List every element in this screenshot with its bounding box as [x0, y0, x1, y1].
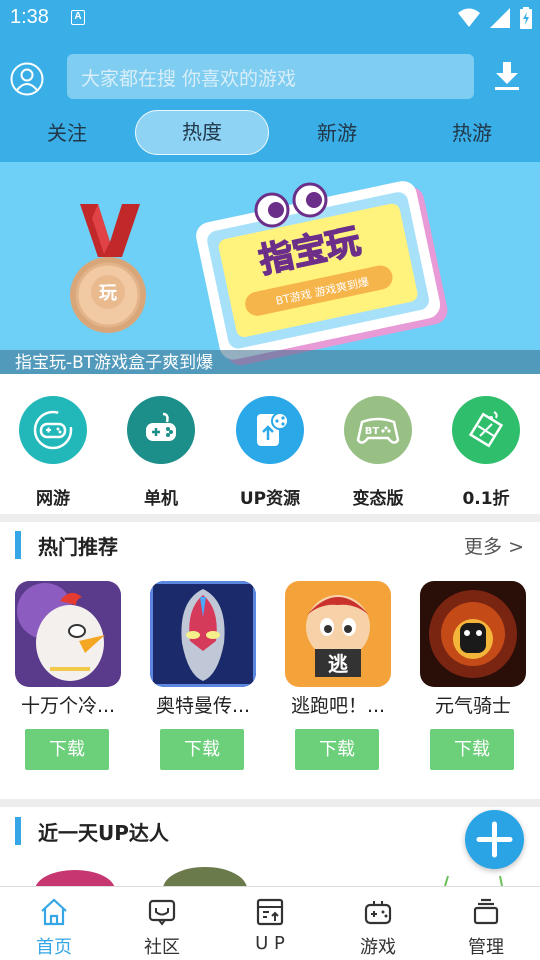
game-card[interactable]: 奥特曼传... — [150, 581, 256, 718]
download-button[interactable]: 下载 — [160, 729, 244, 770]
gamepad-icon — [19, 396, 87, 464]
up-avatar[interactable] — [30, 870, 120, 886]
section-divider — [0, 514, 540, 522]
svg-text:BT: BT — [365, 426, 380, 437]
section-accent-bar — [15, 531, 21, 559]
search-box[interactable]: 大家都在搜 你喜欢的游戏 — [67, 54, 474, 99]
promo-banner[interactable]: 玩 指宝玩 BT游戏 游戏爽到爆 指宝玩-BT游戏盒子爽到爆 — [0, 162, 540, 374]
top-header: 大家都在搜 你喜欢的游戏 关注 热度 新游 热游 — [0, 36, 540, 162]
community-icon — [148, 899, 176, 926]
category-label: UP资源 — [239, 489, 301, 509]
game-card[interactable]: 元气骑士 — [420, 581, 526, 718]
category-label: 变态版 — [352, 489, 404, 509]
game-name: 奥特曼传... — [155, 695, 251, 717]
status-bar: 1:38 A — [0, 0, 540, 36]
section-divider — [0, 799, 540, 807]
hot-section-title: 热门推荐 — [38, 535, 118, 559]
battery-icon — [520, 7, 532, 29]
nav-up[interactable]: U P — [230, 897, 310, 954]
up-avatar[interactable] — [160, 867, 250, 886]
more-link[interactable]: 更多 > — [464, 532, 524, 559]
category-modded[interactable]: BT 变态版 — [333, 396, 423, 509]
upload-share-icon — [236, 396, 304, 464]
section-accent-bar — [15, 817, 21, 845]
bt-controller-icon: BT — [344, 396, 412, 464]
banner-art: 玩 指宝玩 BT游戏 游戏爽到爆 — [70, 181, 448, 366]
category-discount[interactable]: 0.1折 — [441, 396, 531, 509]
tab-follow[interactable]: 关注 — [0, 110, 134, 156]
tab-new-games[interactable]: 新游 — [270, 110, 404, 156]
up-avatar[interactable] — [440, 876, 510, 886]
download-button[interactable]: 下载 — [295, 729, 379, 770]
game-name: 逃跑吧！... — [290, 695, 386, 717]
up-section-title: 近一天UP达人 — [38, 821, 169, 845]
nav-community[interactable]: 社区 — [122, 897, 202, 959]
status-icons — [458, 6, 532, 30]
game-thumbnail[interactable] — [15, 581, 121, 687]
game-thumbnail[interactable]: 逃 — [285, 581, 391, 687]
game-name: 元气骑士 — [434, 695, 511, 717]
game-name: 十万个冷... — [20, 695, 116, 717]
category-online-games[interactable]: 网游 — [8, 396, 98, 509]
banner-caption: 指宝玩-BT游戏盒子爽到爆 — [15, 353, 214, 373]
nav-label: 首页 — [36, 937, 72, 958]
nav-label: U P — [255, 933, 285, 954]
notification-a-icon: A — [71, 10, 85, 25]
download-button[interactable]: 下载 — [25, 729, 109, 770]
nav-manage[interactable]: 管理 — [446, 897, 526, 959]
nav-games[interactable]: 游戏 — [338, 897, 418, 959]
game-card[interactable]: 十万个冷... — [15, 581, 121, 718]
nav-home[interactable]: 首页 — [14, 897, 94, 959]
home-icon — [41, 898, 67, 926]
user-avatar-icon[interactable] — [10, 62, 44, 96]
game-thumbnail[interactable] — [150, 581, 256, 687]
download-icon[interactable] — [492, 60, 522, 92]
bottom-nav: 首页 社区 U P 游戏 管理 — [0, 886, 540, 960]
category-shortcuts: 网游 单机 UP资源 BT 变态版 0.1折 — [0, 374, 540, 514]
game-controller-icon — [364, 901, 392, 925]
plus-icon — [476, 821, 513, 858]
discount-tag-icon — [452, 396, 520, 464]
thumb-sign-text: 逃 — [328, 652, 349, 676]
medal-text: 玩 — [99, 283, 117, 304]
tab-bar: 关注 热度 新游 热游 — [0, 110, 540, 156]
nav-label: 游戏 — [360, 937, 396, 958]
category-label: 网游 — [36, 489, 70, 509]
game-card[interactable]: 逃 逃跑吧！... — [285, 581, 391, 718]
search-input[interactable]: 大家都在搜 你喜欢的游戏 — [81, 64, 296, 91]
add-fab-button[interactable] — [465, 810, 524, 869]
category-up-resources[interactable]: UP资源 — [225, 396, 315, 509]
category-single-player[interactable]: 单机 — [116, 396, 206, 509]
game-thumbnail[interactable] — [420, 581, 526, 687]
tab-trending-games[interactable]: 热游 — [405, 110, 539, 156]
nav-label: 管理 — [468, 937, 504, 958]
download-button[interactable]: 下载 — [430, 729, 514, 770]
nav-label: 社区 — [144, 937, 180, 958]
category-label: 0.1折 — [462, 489, 510, 509]
manage-icon — [473, 898, 499, 925]
status-time: 1:38 — [10, 6, 49, 28]
medal-ribbon — [80, 204, 140, 257]
up-icon — [256, 898, 284, 926]
tab-hot[interactable]: 热度 — [135, 110, 269, 155]
wifi-icon — [458, 8, 480, 27]
category-label: 单机 — [144, 489, 178, 509]
joystick-icon — [127, 396, 195, 464]
signal-icon — [490, 8, 510, 28]
